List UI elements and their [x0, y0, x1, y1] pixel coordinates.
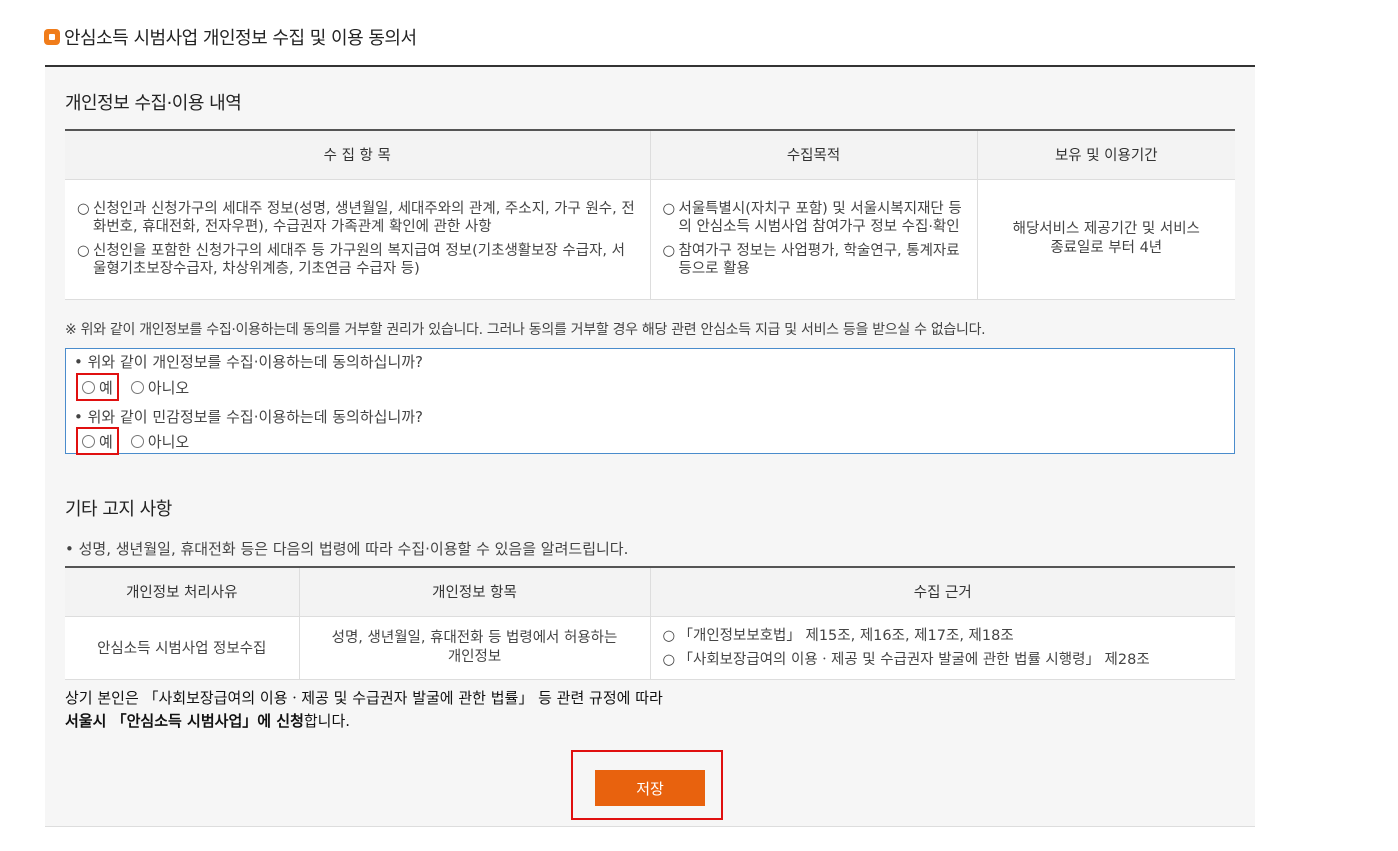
radio-circle-icon [130, 434, 144, 448]
info-items-cell: 성명, 생년월일, 휴대전화 등 법령에서 허용하는 개인정보 [298, 616, 650, 680]
radio-circle-icon [130, 380, 144, 394]
save-button[interactable]: 저장 [595, 770, 705, 806]
consent-panel: 개인정보 수집·이용 내역 수 집 항 목 수집목적 보유 및 이용기간 ○ 신… [45, 65, 1255, 827]
circle-bullet-icon: ○ [77, 201, 90, 217]
list-item: ○ 신청인과 신청가구의 세대주 정보(성명, 생년월일, 세대주와의 관계, … [77, 201, 635, 235]
section-heading-other: 기타 고지 사항 [65, 499, 172, 520]
header-items: 수 집 항 목 [65, 130, 650, 180]
list-item: ○ 참여가구 정보는 사업평가, 학술연구, 통계자료 등으로 활용 [662, 243, 960, 277]
page-title-text: 안심소득 시범사업 개인정보 수집 및 이용 동의서 [64, 28, 417, 49]
consent-radio-group-sensitive: 예 아니오 [76, 427, 193, 455]
circle-bullet-icon: ○ [662, 201, 676, 217]
circle-bullet-icon: ○ [662, 651, 676, 668]
radio-no-personal[interactable]: 아니오 [127, 373, 193, 401]
declaration-line-1: 상기 본인은 「사회보장급여의 이용ㆍ제공 및 수급권자 발굴에 관한 법률」 … [65, 689, 663, 707]
declaration-suffix: 합니다. [303, 712, 351, 730]
list-item: ○ 신청인을 포함한 신청가구의 세대주 등 가구원의 복지급여 정보(기초생활… [77, 243, 625, 277]
collection-table: 수 집 항 목 수집목적 보유 및 이용기간 ○ 신청인과 신청가구의 세대주 … [65, 129, 1235, 300]
radio-yes-sensitive[interactable]: 예 [76, 427, 119, 455]
consent-question-sensitive: • 위와 같이 민감정보를 수집·이용하는데 동의하십니까? [74, 408, 424, 426]
save-button-highlight: 저장 [571, 750, 723, 820]
table-row: 안심소득 시범사업 정보수집 성명, 생년월일, 휴대전화 등 법령에서 허용하… [65, 616, 1235, 680]
declaration-bold: 서울시 「안심소득 시범사업」에 신청 [65, 712, 304, 730]
refusal-notice: ※ 위와 같이 개인정보를 수집·이용하는데 동의를 거부할 권리가 있습니다.… [65, 322, 986, 338]
purpose-cell: ○ 서울특별시(자치구 포함) 및 서울시복지재단 등의 안심소득 시범사업 참… [649, 179, 977, 300]
header-basis: 수집 근거 [649, 567, 1235, 617]
radio-no-sensitive[interactable]: 아니오 [127, 427, 193, 455]
table-header-row: 수 집 항 목 수집목적 보유 및 이용기간 [65, 130, 1235, 180]
list-item: ○ 「개인정보보호법」 제15조, 제16조, 제17조, 제18조 [662, 627, 1014, 644]
applicant-declaration: 상기 본인은 「사회보장급여의 이용ㆍ제공 및 수급권자 발굴에 관한 법률」 … [65, 687, 663, 733]
header-info-items: 개인정보 항목 [298, 567, 650, 617]
radio-circle-icon [82, 434, 95, 448]
reason-cell: 안심소득 시범사업 정보수집 [65, 616, 299, 680]
circle-bullet-icon: ○ [77, 243, 90, 259]
period-cell: 해당서비스 제공기간 및 서비스 종료일로 부터 4년 [976, 179, 1235, 300]
list-item: ○ 서울특별시(자치구 포함) 및 서울시복지재단 등의 안심소득 시범사업 참… [662, 201, 962, 235]
radio-yes-personal[interactable]: 예 [76, 373, 119, 401]
circle-bullet-icon: ○ [662, 243, 676, 259]
circle-bullet-icon: ○ [662, 627, 676, 644]
header-reason: 개인정보 처리사유 [65, 567, 299, 617]
items-cell: ○ 신청인과 신청가구의 세대주 정보(성명, 생년월일, 세대주와의 관계, … [65, 179, 650, 300]
table-header-row: 개인정보 처리사유 개인정보 항목 수집 근거 [65, 567, 1235, 617]
legal-basis-table: 개인정보 처리사유 개인정보 항목 수집 근거 안심소득 시범사업 정보수집 성… [65, 566, 1235, 680]
list-item: ○ 「사회보장급여의 이용ㆍ제공 및 수급권자 발굴에 관한 법률 시행령」 제… [662, 651, 1150, 668]
radio-circle-icon [82, 380, 95, 394]
consent-question-personal: • 위와 같이 개인정보를 수집·이용하는데 동의하십니까? [74, 353, 424, 371]
declaration-line-2: 서울시 「안심소득 시범사업」에 신청합니다. [65, 710, 663, 733]
table-row: ○ 신청인과 신청가구의 세대주 정보(성명, 생년월일, 세대주와의 관계, … [65, 179, 1235, 300]
header-period: 보유 및 이용기간 [976, 130, 1235, 180]
section-heading-collection: 개인정보 수집·이용 내역 [65, 93, 242, 114]
title-bullet-icon [44, 29, 60, 45]
consent-box: • 위와 같이 개인정보를 수집·이용하는데 동의하십니까? 예 아니오 • 위… [65, 348, 1235, 455]
other-notice-intro: • 성명, 생년월일, 휴대전화 등은 다음의 법령에 따라 수집·이용할 수 … [65, 540, 629, 558]
basis-cell: ○ 「개인정보보호법」 제15조, 제16조, 제17조, 제18조 ○ 「사회… [649, 616, 1235, 680]
consent-radio-group-personal: 예 아니오 [76, 373, 193, 401]
page-title: 안심소득 시범사업 개인정보 수집 및 이용 동의서 [44, 24, 417, 50]
header-purpose: 수집목적 [649, 130, 977, 180]
